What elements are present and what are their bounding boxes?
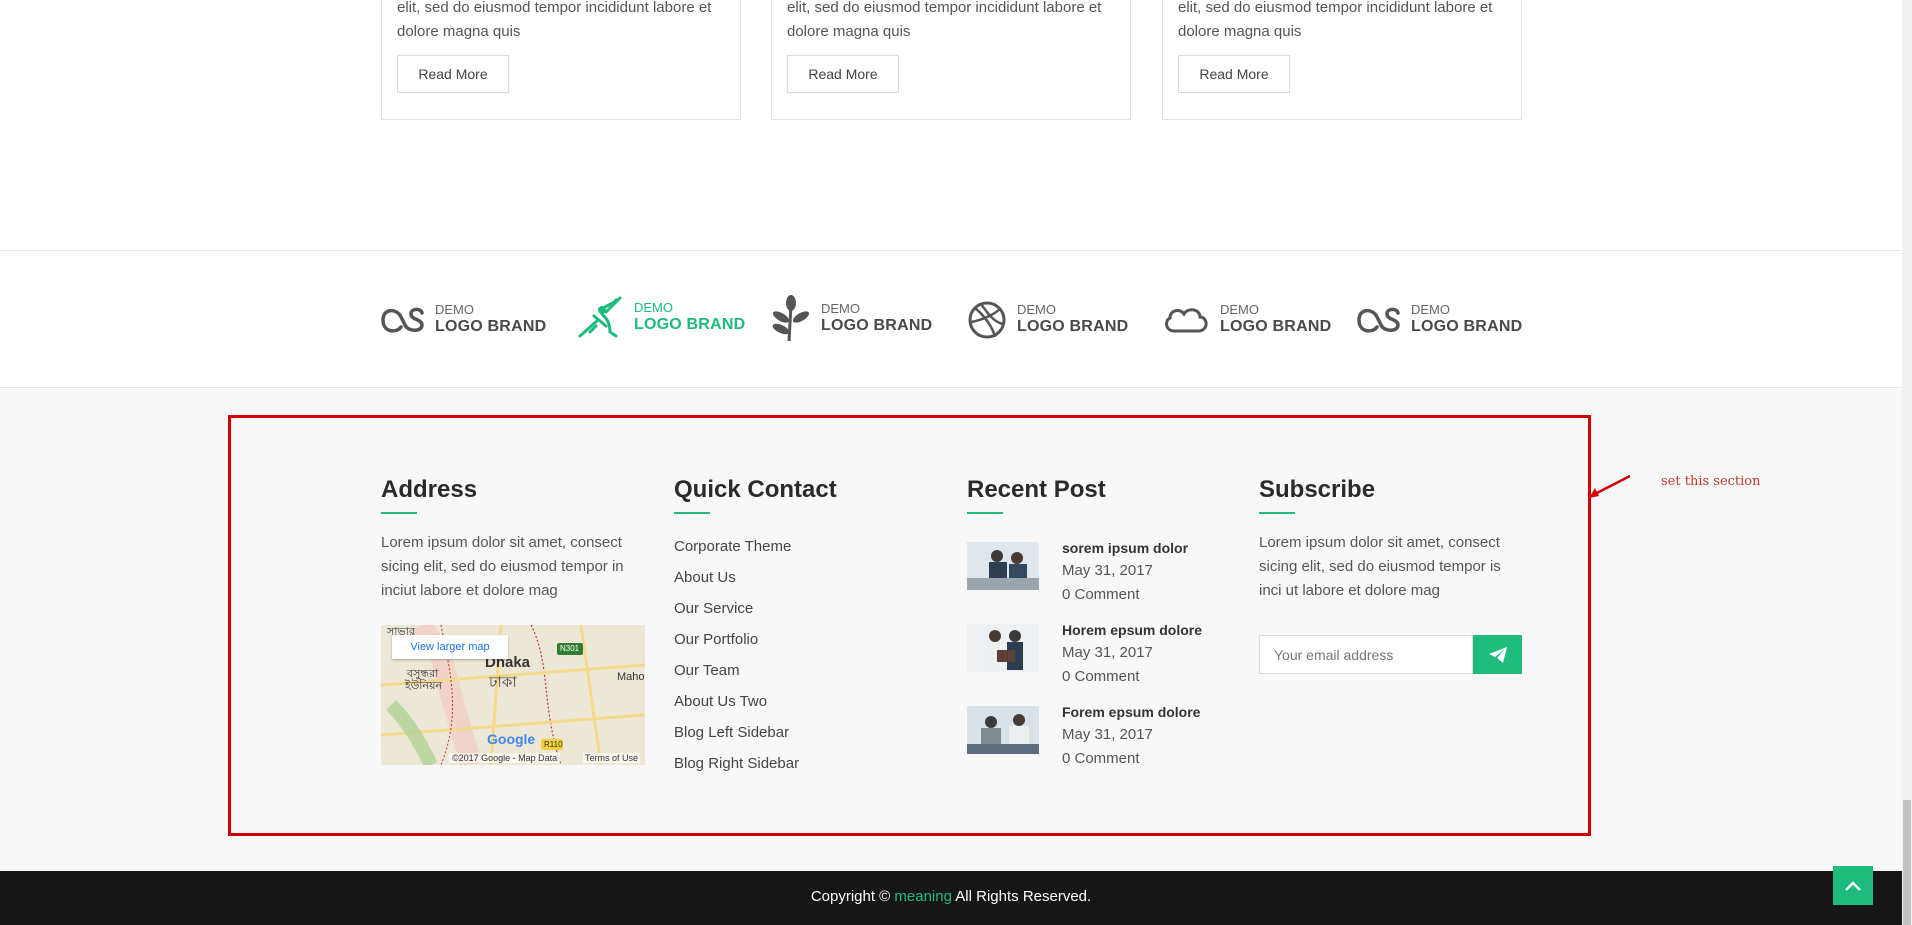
brand-logo[interactable]: DEMO LOGO BRAND: [1162, 296, 1331, 344]
brand-logo[interactable]: DEMO LOGO BRAND: [1357, 296, 1522, 344]
scroll-to-top-button[interactable]: [1833, 866, 1873, 905]
post-date: May 31, 2017: [1062, 562, 1153, 579]
brand-name-label: LOGO BRAND: [1411, 318, 1523, 335]
quick-link-about-us-two[interactable]: About Us Two: [674, 686, 914, 717]
brand-name-label: LOGO BRAND: [1220, 318, 1332, 335]
post-date: May 31, 2017: [1062, 644, 1153, 661]
copyright-brand-link[interactable]: meaning: [894, 888, 952, 905]
address-text: Lorem ipsum dolor sit amet, consect sici…: [381, 534, 624, 599]
address-title: Address: [381, 476, 478, 503]
map-label: ইউনিয়ন: [405, 680, 443, 692]
subscribe-widget: Subscribe Lorem ipsum dolor sit amet, co…: [1259, 474, 1524, 603]
page-scrollbar[interactable]: [1902, 0, 1912, 925]
scrollbar-thumb[interactable]: [1903, 800, 1911, 925]
post-thumbnail[interactable]: [967, 542, 1039, 590]
footer-widgets: [0, 389, 1902, 871]
post-comments: 0 Comment: [1062, 586, 1140, 603]
embedded-map[interactable]: সাভার বসুন্ধরা ইউনিয়ন Maho N301 R110 Dh…: [381, 625, 645, 765]
quick-link-blog-right-sidebar[interactable]: Blog Right Sidebar: [674, 748, 914, 779]
email-input[interactable]: [1259, 635, 1473, 674]
google-logo: Google: [487, 731, 536, 747]
quick-link-our-portfolio[interactable]: Our Portfolio: [674, 624, 914, 655]
view-larger-map-link[interactable]: View larger map: [392, 635, 508, 659]
map-label: Maho: [617, 671, 645, 683]
paper-plane-icon: [1488, 646, 1507, 663]
quick-link-blog-left-sidebar[interactable]: Blog Left Sidebar: [674, 717, 914, 748]
map-terms-link[interactable]: Terms of Use: [582, 753, 640, 763]
quick-link-corporate-theme[interactable]: Corporate Theme: [674, 531, 914, 562]
copyright-prefix: Copyright ©: [810, 888, 891, 905]
subscribe-title: Subscribe: [1259, 476, 1376, 503]
subscribe-text: Lorem ipsum dolor sit amet, consect sici…: [1259, 534, 1501, 599]
title-underline: [967, 512, 1003, 514]
blog-cards-section: elit, sed do eiusmod tempor incididunt l…: [0, 0, 1902, 250]
brand-demo-label: DEMO: [1017, 302, 1056, 317]
map-road-label: N301: [560, 644, 580, 653]
warrior-icon: [578, 296, 622, 338]
brand-name-label: LOGO BRAND: [1017, 318, 1129, 335]
card-excerpt: elit, sed do eiusmod tempor incididunt l…: [397, 0, 712, 40]
title-underline: [674, 512, 710, 514]
annotation-arrow-icon: [1589, 474, 1631, 498]
post-comments: 0 Comment: [1062, 668, 1140, 685]
post-thumbnail[interactable]: [967, 706, 1039, 754]
brand-logo[interactable]: DEMO LOGO BRAND: [381, 296, 546, 344]
card-excerpt: elit, sed do eiusmod tempor incididunt l…: [787, 0, 1102, 40]
map-city-local-label: ঢাকা: [489, 674, 517, 691]
brand-name-label: LOGO BRAND: [634, 316, 746, 333]
post-title[interactable]: Forem epsum dolore: [1062, 704, 1200, 720]
map-attribution: ©2017 Google - Map Data: [449, 753, 561, 763]
lastfm-icon: [1357, 307, 1400, 333]
quick-links-list: Corporate Theme About Us Our Service Our…: [674, 531, 914, 779]
brand-name-label: LOGO BRAND: [435, 318, 547, 335]
brand-logo[interactable]: DEMO LOGO BRAND: [967, 296, 1128, 344]
quick-link-our-team[interactable]: Our Team: [674, 655, 914, 686]
quick-contact-widget: Quick Contact Corporate Theme About Us O…: [674, 474, 914, 779]
chevron-up-icon: [1845, 880, 1861, 891]
read-more-button[interactable]: Read More: [1178, 55, 1290, 93]
title-underline: [1259, 512, 1295, 514]
post-title[interactable]: Horem epsum dolore: [1062, 622, 1202, 638]
leaf-icon: [772, 295, 810, 342]
brand-logos-section: DEMO LOGO BRAND DEMO LOGO BRAND DEMO LOGO B…: [0, 250, 1902, 388]
dribbble-icon: [968, 301, 1006, 339]
brand-demo-label: DEMO: [1220, 302, 1259, 317]
quick-link-about-us[interactable]: About Us: [674, 562, 914, 593]
copyright-bar: Copyright © meaning All Rights Reserved.: [0, 871, 1902, 925]
copyright-text: Copyright © meaning All Rights Reserved.: [0, 888, 1902, 905]
blog-card: elit, sed do eiusmod tempor incididunt l…: [771, 0, 1131, 120]
brand-logo[interactable]: DEMO LOGO BRAND: [576, 294, 745, 342]
address-widget: Address Lorem ipsum dolor sit amet, cons…: [381, 474, 651, 603]
subscribe-form: [1259, 635, 1522, 674]
recent-post-widget: Recent Post: [967, 474, 1227, 514]
copyright-suffix: All Rights Reserved.: [955, 888, 1092, 905]
blog-card: elit, sed do eiusmod tempor incididunt l…: [1162, 0, 1522, 120]
brand-demo-label: DEMO: [435, 302, 474, 317]
read-more-button[interactable]: Read More: [397, 55, 509, 93]
read-more-button[interactable]: Read More: [787, 55, 899, 93]
subscribe-button[interactable]: [1473, 635, 1522, 674]
brand-name-label: LOGO BRAND: [821, 317, 933, 334]
brand-logo[interactable]: DEMO LOGO BRAND: [771, 295, 932, 343]
quick-contact-title: Quick Contact: [674, 476, 837, 503]
map-road-label: R110: [544, 740, 563, 749]
post-comments: 0 Comment: [1062, 750, 1140, 767]
cloud-icon: [1165, 308, 1208, 333]
annotation-note: set this section: [1661, 474, 1761, 489]
lastfm-icon: [381, 307, 424, 333]
quick-link-our-service[interactable]: Our Service: [674, 593, 914, 624]
post-date: May 31, 2017: [1062, 726, 1153, 743]
brand-demo-label: DEMO: [1411, 302, 1450, 317]
blog-card: elit, sed do eiusmod tempor incididunt l…: [381, 0, 741, 120]
recent-post-title: Recent Post: [967, 476, 1106, 503]
title-underline: [381, 512, 417, 514]
post-title[interactable]: sorem ipsum dolor: [1062, 540, 1188, 556]
brand-demo-label: DEMO: [821, 301, 860, 316]
brand-demo-label: DEMO: [634, 300, 673, 315]
post-thumbnail[interactable]: [967, 624, 1039, 672]
card-excerpt: elit, sed do eiusmod tempor incididunt l…: [1178, 0, 1493, 40]
